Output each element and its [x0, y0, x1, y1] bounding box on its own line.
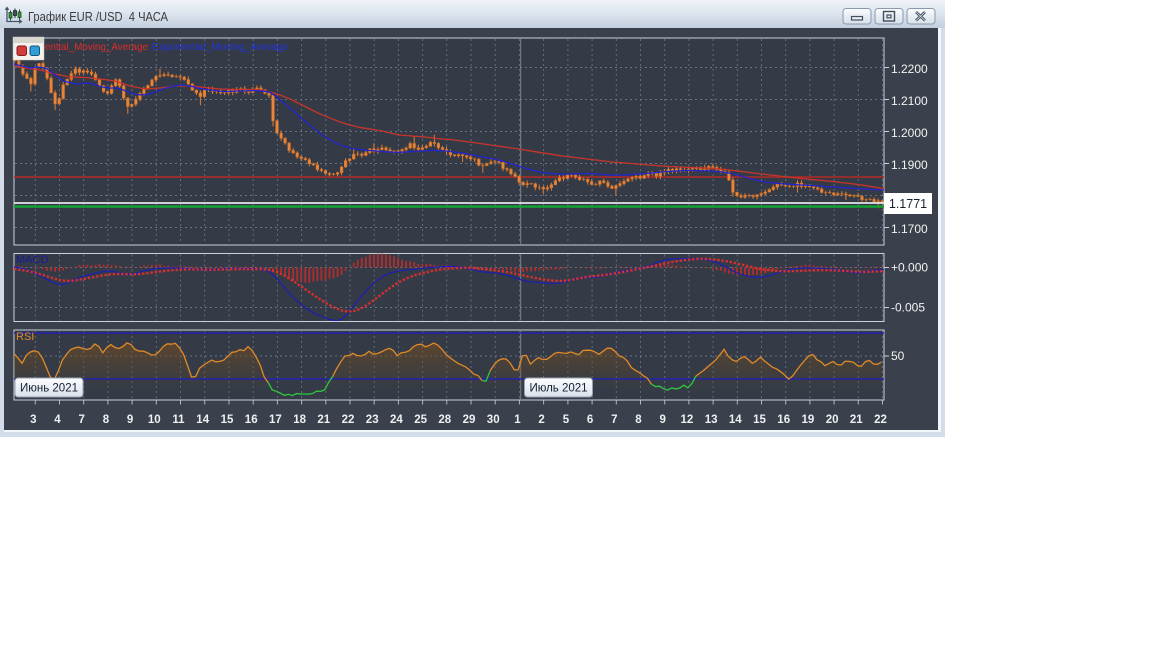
svg-text:1.1900: 1.1900 [891, 158, 928, 172]
svg-text:21: 21 [317, 414, 330, 426]
svg-text:9: 9 [659, 414, 665, 426]
svg-text:15: 15 [753, 414, 766, 426]
svg-text:График EUR /USD 4 ЧАСА: График EUR /USD 4 ЧАСА [28, 9, 168, 24]
svg-text:24: 24 [390, 414, 403, 426]
svg-text:12: 12 [681, 414, 694, 426]
svg-text:+0.000: +0.000 [891, 261, 928, 275]
svg-text:7: 7 [611, 414, 617, 426]
svg-text:14: 14 [729, 414, 742, 426]
svg-text:Exponential_Moving_Average: Exponential_Moving_Average [152, 41, 288, 53]
svg-text:21: 21 [850, 414, 863, 426]
svg-text:1.2100: 1.2100 [891, 94, 928, 108]
svg-text:1.2000: 1.2000 [891, 126, 928, 140]
svg-text:14: 14 [196, 414, 209, 426]
svg-text:10: 10 [148, 414, 161, 426]
svg-text:6: 6 [587, 414, 593, 426]
svg-text:9: 9 [127, 414, 133, 426]
svg-text:8: 8 [103, 414, 110, 426]
svg-text:30: 30 [487, 414, 500, 426]
svg-text:19: 19 [802, 414, 815, 426]
svg-text:-0.005: -0.005 [891, 301, 925, 315]
svg-text:3: 3 [30, 414, 36, 426]
svg-text:Июль 2021: Июль 2021 [529, 383, 587, 395]
svg-text:28: 28 [438, 414, 451, 426]
svg-text:15: 15 [221, 414, 234, 426]
svg-text:MACD: MACD [16, 254, 48, 266]
svg-text:1: 1 [514, 414, 521, 426]
svg-text:23: 23 [366, 414, 379, 426]
svg-text:Июнь 2021: Июнь 2021 [20, 383, 78, 395]
svg-text:1.2200: 1.2200 [891, 62, 928, 76]
svg-text:2: 2 [538, 414, 544, 426]
svg-text:5: 5 [563, 414, 570, 426]
svg-text:13: 13 [705, 414, 718, 426]
svg-text:11: 11 [172, 414, 185, 426]
svg-text:50: 50 [891, 349, 905, 363]
svg-text:25: 25 [414, 414, 427, 426]
svg-text:16: 16 [245, 414, 258, 426]
svg-text:RSI: RSI [16, 331, 34, 343]
svg-text:17: 17 [269, 414, 282, 426]
svg-text:20: 20 [826, 414, 839, 426]
svg-text:22: 22 [342, 414, 355, 426]
svg-text:1.1700: 1.1700 [891, 222, 928, 236]
svg-text:7: 7 [78, 414, 84, 426]
svg-text:16: 16 [777, 414, 790, 426]
svg-text:22: 22 [874, 414, 887, 426]
svg-text:8: 8 [635, 414, 642, 426]
svg-text:ential_Moving_Average: ential_Moving_Average [45, 41, 148, 53]
svg-text:1.1771: 1.1771 [889, 197, 927, 211]
svg-text:4: 4 [54, 414, 61, 426]
svg-text:18: 18 [293, 414, 306, 426]
svg-text:29: 29 [463, 414, 476, 426]
